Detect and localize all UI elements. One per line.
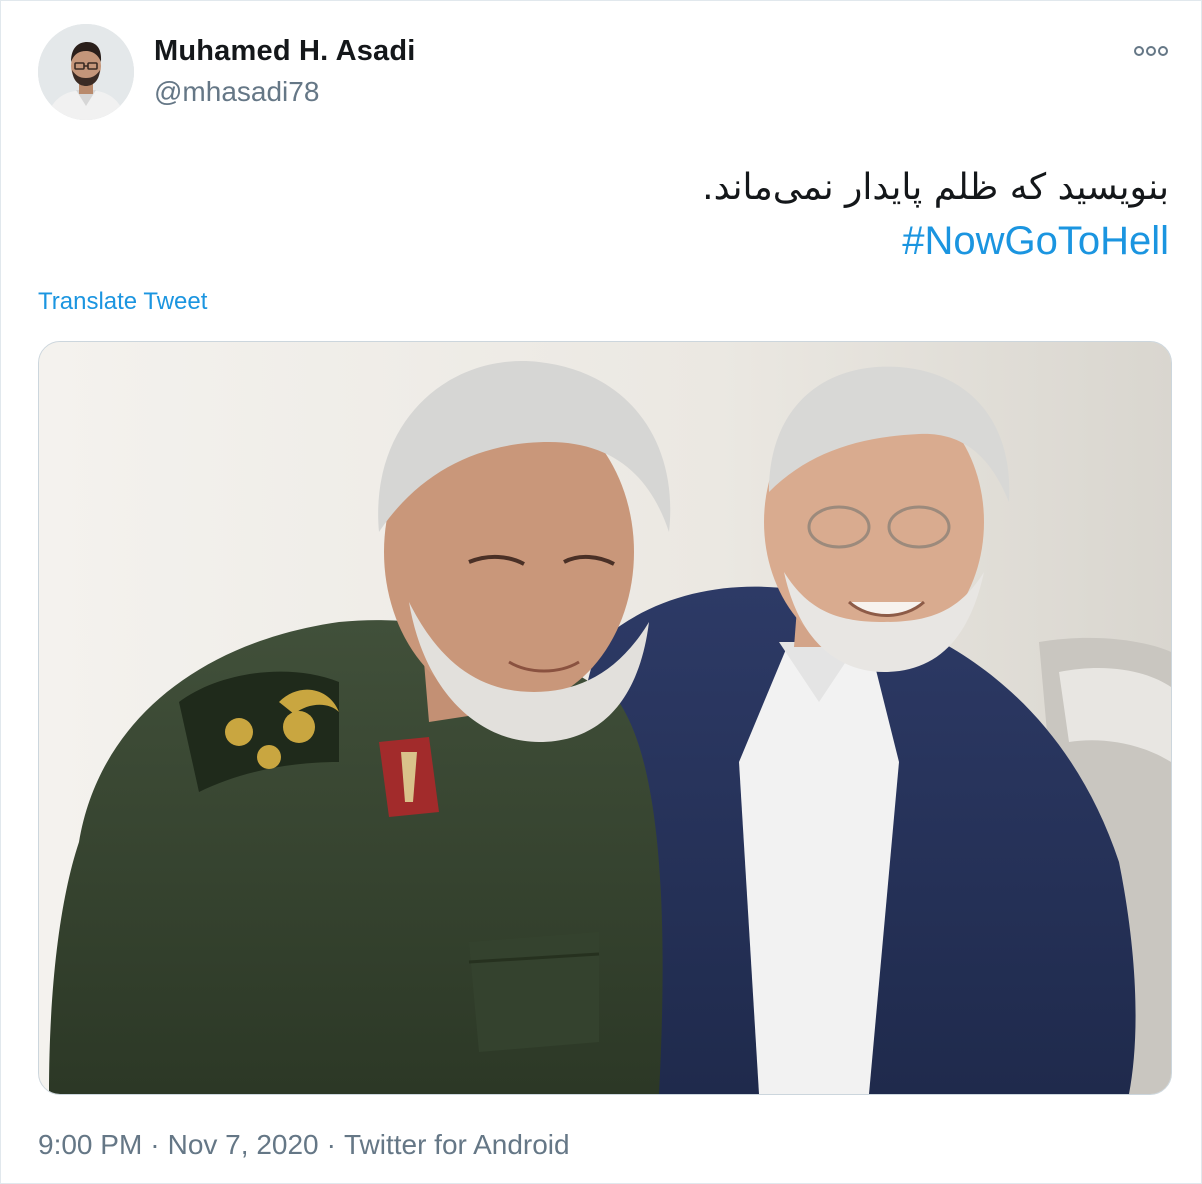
more-icon[interactable] — [1131, 39, 1171, 63]
more-dots-icon — [1134, 46, 1168, 56]
meta-separator: · — [326, 1129, 336, 1160]
tweet-card: Muhamed H. Asadi @mhasadi78 بنویسید که ظ… — [0, 0, 1202, 1184]
meta-separator: · — [150, 1129, 160, 1160]
tweet-date[interactable]: Nov 7, 2020 — [168, 1129, 319, 1160]
avatar-photo-icon — [38, 24, 134, 120]
user-handle[interactable]: @mhasadi78 — [154, 76, 319, 108]
hashtag-link[interactable]: #NowGoToHell — [902, 219, 1169, 264]
translate-tweet-link[interactable]: Translate Tweet — [38, 288, 207, 316]
tweet-media[interactable] — [38, 341, 1172, 1095]
avatar[interactable] — [38, 24, 134, 120]
display-name[interactable]: Muhamed H. Asadi — [154, 35, 416, 68]
tweet-text: بنویسید که ظلم پایدار نمی‌ماند. — [702, 167, 1169, 208]
tweet-meta: 9:00 PM · Nov 7, 2020 · Twitter for Android — [38, 1129, 570, 1161]
tweet-time[interactable]: 9:00 PM — [38, 1129, 142, 1160]
tweet-source[interactable]: Twitter for Android — [344, 1129, 570, 1160]
photo-icon — [39, 342, 1171, 1094]
